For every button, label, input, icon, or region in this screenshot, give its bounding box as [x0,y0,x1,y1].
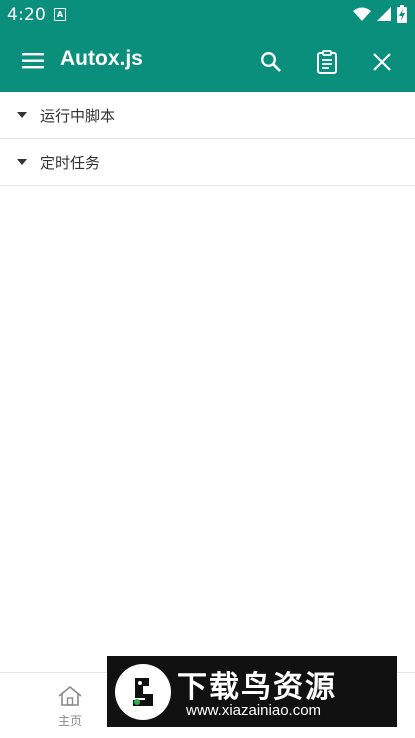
home-icon [58,685,82,706]
app-title: Autox.js [60,47,143,70]
expand-caret-icon [17,159,27,165]
app-bar: Autox.js [0,30,415,92]
nav-home-tab[interactable]: 主页 [50,685,90,733]
search-icon [261,52,281,72]
status-bar: 4:20 A [0,0,415,30]
wifi-icon [353,7,371,21]
status-icons [353,5,407,23]
close-icon [373,53,391,71]
watermark-banner: 下载鸟资源 www.xiazainiao.com [107,656,397,727]
watermark-title: 下载鸟资源 [177,670,337,705]
search-button[interactable] [255,46,287,78]
nav-home-label: 主页 [57,714,82,728]
menu-icon [22,53,44,69]
notification-a-icon: A [54,8,66,21]
clipboard-button[interactable] [311,46,343,78]
section-label: 运行中脚本 [40,106,116,125]
expand-caret-icon [17,112,27,118]
clipboard-icon [317,50,337,74]
section-running-scripts[interactable]: 运行中脚本 [0,92,415,139]
signal-icon [377,7,391,21]
status-time: 4:20 [7,5,46,25]
section-label: 定时任务 [40,153,101,172]
menu-button[interactable] [12,46,52,78]
close-button[interactable] [366,46,398,78]
battery-charging-icon [397,5,407,23]
section-scheduled-tasks[interactable]: 定时任务 [0,139,415,186]
watermark-url: www.xiazainiao.com [186,702,322,719]
bird-logo-icon [115,664,171,720]
